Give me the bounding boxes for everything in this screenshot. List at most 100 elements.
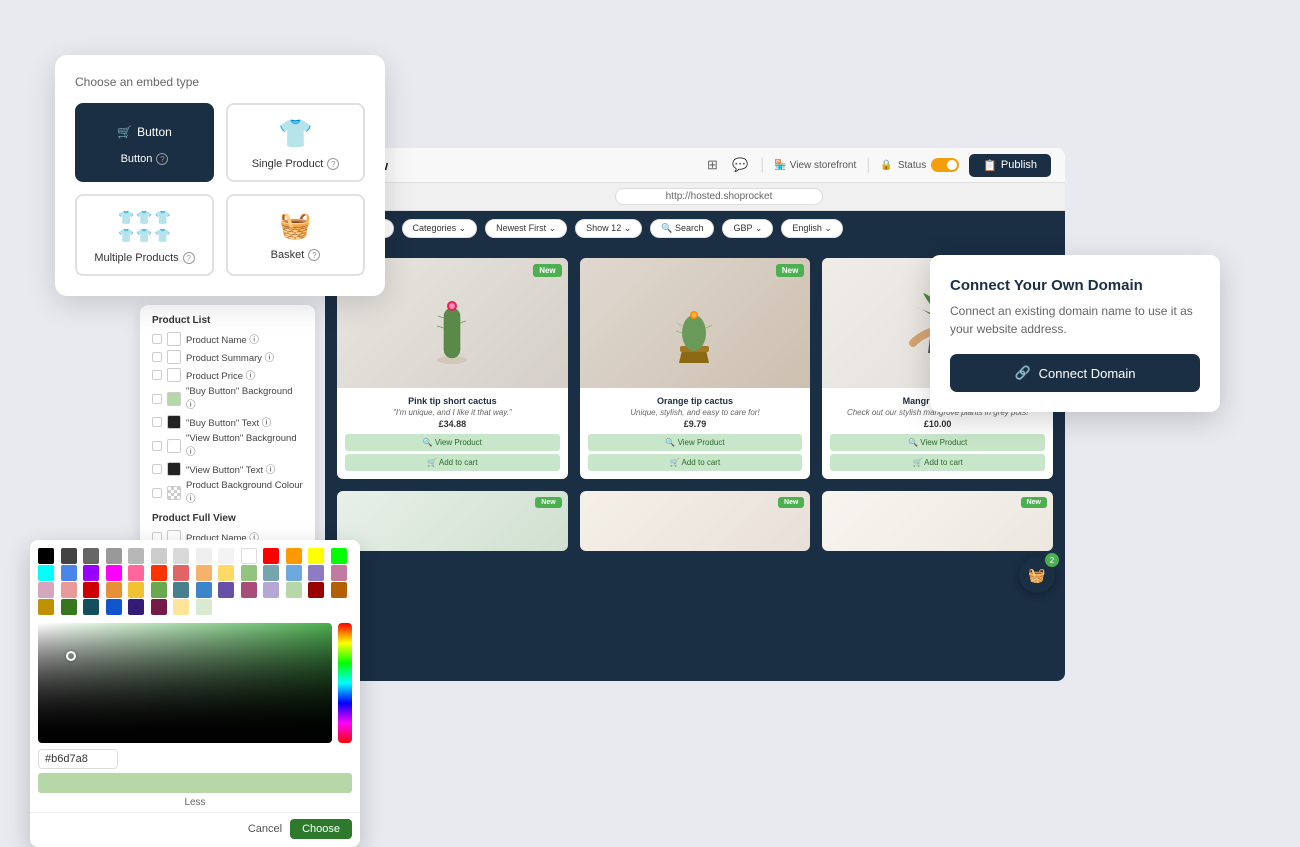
swatch-red-orange[interactable] [151, 565, 167, 581]
checkbox-view-bg[interactable] [152, 441, 162, 451]
checkbox-buy-bg[interactable] [152, 394, 162, 404]
language-btn[interactable]: English ⌄ [781, 219, 843, 238]
color-swatch-name[interactable] [167, 332, 181, 346]
cart-btn-2[interactable]: 🛒 Add to cart [588, 454, 803, 471]
swatch-white[interactable] [241, 548, 257, 564]
swatch-near-white[interactable] [173, 548, 189, 564]
swatch-indigo[interactable] [128, 599, 144, 615]
embed-option-single-product[interactable]: 👕 Single Product ? [226, 103, 365, 182]
buy-now-button[interactable]: 🛒 Button [103, 119, 186, 145]
color-gradient-box[interactable] [38, 623, 332, 743]
basket-float-btn[interactable]: 🧺 2 [1019, 557, 1055, 593]
status-toggle[interactable] [931, 158, 959, 172]
checkbox-product-name[interactable] [152, 334, 162, 344]
swatch-medium-blue[interactable] [196, 582, 212, 598]
search-btn[interactable]: 🔍 Search [650, 219, 714, 238]
choose-button[interactable]: Choose [290, 819, 352, 839]
swatch-gray[interactable] [83, 548, 99, 564]
swatch-black[interactable] [38, 548, 54, 564]
swatch-forest-green[interactable] [61, 599, 77, 615]
swatch-dark-lavender[interactable] [218, 582, 234, 598]
swatch-dark-gold[interactable] [38, 599, 54, 615]
gradient-handle[interactable] [66, 651, 76, 661]
view-btn-3[interactable]: 🔍 View Product [830, 434, 1045, 451]
swatch-maroon[interactable] [308, 582, 324, 598]
swatch-light-yellow[interactable] [218, 565, 234, 581]
checkbox-product-summary[interactable] [152, 352, 162, 362]
view-btn-1[interactable]: 🔍 View Product [345, 434, 560, 451]
swatch-yellow[interactable] [308, 548, 324, 564]
swatch-magenta[interactable] [106, 565, 122, 581]
connect-domain-button[interactable]: 🔗 Connect Domain [950, 354, 1200, 392]
swatch-red[interactable] [263, 548, 279, 564]
color-swatch-view-text[interactable] [167, 462, 181, 476]
swatch-light-purple[interactable] [263, 582, 279, 598]
swatch-medium-green[interactable] [151, 582, 167, 598]
icon-btn-2[interactable]: 💬 [730, 155, 750, 175]
currency-btn[interactable]: GBP ⌄ [722, 219, 773, 238]
swatch-dark-teal[interactable] [173, 582, 189, 598]
swatch-dark-red[interactable] [83, 582, 99, 598]
embed-option-basket[interactable]: 🧺 Basket ? [226, 194, 365, 276]
swatch-peach[interactable] [196, 565, 212, 581]
embed-option-multiple-products[interactable]: 👕👕👕 👕👕👕 Multiple Products ? [75, 194, 214, 276]
color-swatch-price[interactable] [167, 368, 181, 382]
swatch-lighter-gray[interactable] [151, 548, 167, 564]
checkbox-product-bg[interactable] [152, 488, 162, 498]
color-gradient-area[interactable] [38, 623, 352, 743]
swatch-mid-gray[interactable] [106, 548, 122, 564]
embed-option-button[interactable]: 🛒 Button Button ? [75, 103, 214, 182]
swatch-salmon[interactable] [61, 582, 77, 598]
swatch-light-red[interactable] [173, 565, 189, 581]
swatch-burgundy[interactable] [151, 599, 167, 615]
swatch-royal-blue[interactable] [106, 599, 122, 615]
swatch-lavender[interactable] [308, 565, 324, 581]
checkbox-view-text[interactable] [152, 464, 162, 474]
swatch-dark-pink[interactable] [241, 582, 257, 598]
sort-btn[interactable]: Newest First ⌄ [485, 219, 567, 238]
color-swatch-summary[interactable] [167, 350, 181, 364]
swatch-pale-green[interactable] [196, 599, 212, 615]
checkbox-product-price[interactable] [152, 370, 162, 380]
publish-button[interactable]: 📋 Publish [969, 154, 1051, 177]
swatch-cyan[interactable] [38, 565, 54, 581]
cart-btn-1[interactable]: 🛒 Add to cart [345, 454, 560, 471]
cart-btn-3[interactable]: 🛒 Add to cart [830, 454, 1045, 471]
swatch-teal[interactable] [263, 565, 279, 581]
storefront-link[interactable]: 🏪 View storefront [774, 160, 856, 171]
checkbox-buy-text[interactable] [152, 417, 162, 427]
view-btn-2[interactable]: 🔍 View Product [588, 434, 803, 451]
hex-input[interactable]: #b6d7a8 [38, 749, 118, 769]
swatch-sky-blue[interactable] [286, 565, 302, 581]
icon-btn-1[interactable]: ⊞ [705, 155, 720, 175]
swatch-orange[interactable] [286, 548, 302, 564]
hue-bar[interactable] [338, 623, 352, 743]
button-help-icon[interactable]: ? [156, 153, 168, 165]
single-product-help-icon[interactable]: ? [327, 158, 339, 170]
swatch-selected-green[interactable] [286, 582, 302, 598]
swatch-lightest-gray[interactable] [218, 548, 234, 564]
show-btn[interactable]: Show 12 ⌄ [575, 219, 642, 238]
swatch-amber[interactable] [106, 582, 122, 598]
swatch-pink[interactable] [128, 565, 144, 581]
swatch-off-white[interactable] [196, 548, 212, 564]
swatch-dark-cyan[interactable] [83, 599, 99, 615]
swatch-rose[interactable] [38, 582, 54, 598]
swatch-blue[interactable] [61, 565, 77, 581]
swatch-dark-gray[interactable] [61, 548, 77, 564]
swatch-purple[interactable] [83, 565, 99, 581]
color-swatch-buy-text[interactable] [167, 415, 181, 429]
swatch-rust[interactable] [331, 582, 347, 598]
color-swatch-product-bg[interactable] [167, 486, 181, 500]
multiple-products-help-icon[interactable]: ? [183, 252, 195, 264]
cancel-button[interactable]: Cancel [248, 819, 282, 839]
color-swatch-view-bg[interactable] [167, 439, 181, 453]
swatch-mauve[interactable] [331, 565, 347, 581]
categories-btn[interactable]: Categories ⌄ [402, 219, 478, 238]
swatch-green[interactable] [331, 548, 347, 564]
swatch-light-green[interactable] [241, 565, 257, 581]
swatch-light-gray[interactable] [128, 548, 144, 564]
swatch-gold[interactable] [128, 582, 144, 598]
swatch-pale-yellow[interactable] [173, 599, 189, 615]
color-swatch-buy-bg[interactable] [167, 392, 181, 406]
